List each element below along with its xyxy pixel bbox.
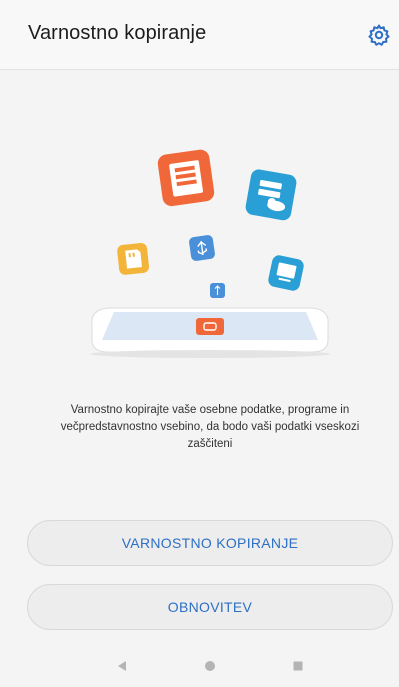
cloud-server-icon [245, 169, 297, 221]
app-header: Varnostno kopiranje [0, 0, 399, 70]
nav-back-button[interactable] [102, 645, 142, 687]
usb-icon [189, 235, 215, 261]
nav-recent-button[interactable] [278, 645, 318, 687]
settings-button[interactable] [366, 22, 392, 48]
backup-illustration [80, 140, 340, 370]
sd-card-icon [117, 242, 149, 275]
backup-button[interactable]: VARNOSTNO KOPIRANJE [27, 520, 393, 566]
back-triangle-icon [118, 661, 126, 671]
home-circle-icon [205, 661, 215, 671]
recent-square-icon [293, 661, 303, 671]
gear-icon [368, 24, 390, 46]
page-title: Varnostno kopiranje [28, 22, 207, 44]
monitor-icon [268, 255, 304, 291]
backup-description: Varnostno kopirajte vaše osebne podatke,… [60, 404, 360, 450]
usb-small-icon [210, 283, 225, 298]
navigation-bar [0, 645, 399, 687]
nav-home-button[interactable] [190, 645, 230, 687]
device-icon [196, 318, 224, 335]
document-list-icon [157, 149, 215, 207]
restore-button[interactable]: OBNOVITEV [27, 584, 393, 630]
